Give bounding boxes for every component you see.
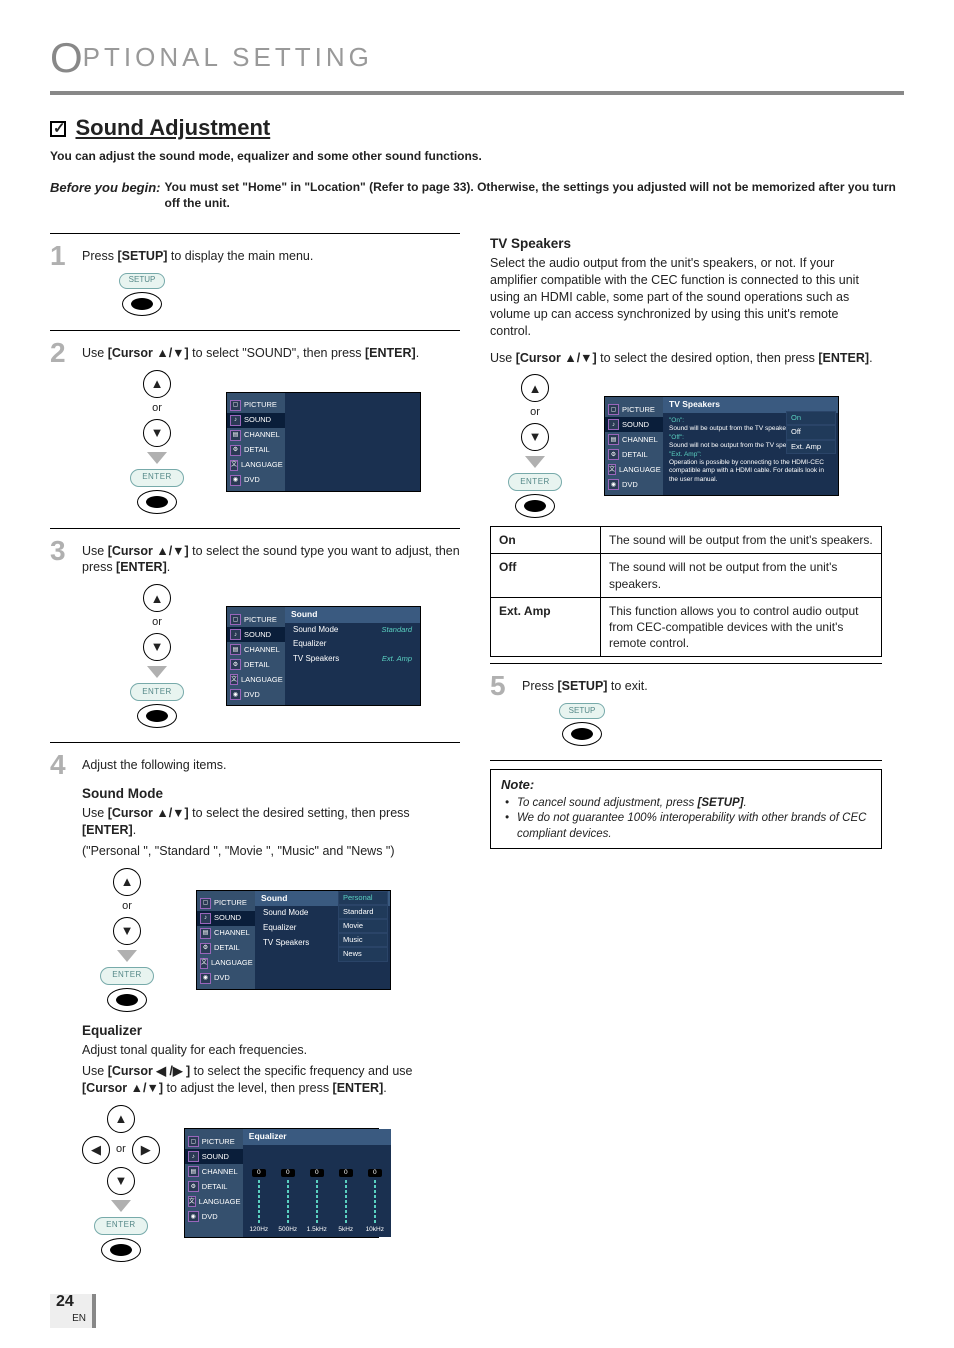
subhead-sound-mode: Sound Mode: [82, 785, 460, 803]
step-2: 2 Use [Cursor ▲/▼] to select "SOUND", th…: [50, 339, 460, 522]
chapter-title: OPTIONAL SETTING: [50, 42, 373, 72]
setup-pill: SETUP: [119, 273, 165, 289]
enter-label: ENTER: [130, 683, 184, 701]
para-tv-speakers-instr: Use [Cursor ▲/▼] to select the desired o…: [490, 350, 882, 367]
remote-cursor-group: ▲ or ▼ ENTER: [112, 370, 202, 514]
cursor-right-icon: ▶: [132, 1136, 160, 1164]
remote-cursor-group: ▲ or ▼ ENTER: [112, 584, 202, 728]
note-box: Note: To cancel sound adjustment, press …: [490, 769, 882, 849]
key-setup: [SETUP]: [117, 249, 167, 263]
cursor-down-icon: ▼: [143, 419, 171, 447]
step-text: Adjust the following items.: [82, 758, 227, 772]
step-1: 1 Press [SETUP] to display the main menu…: [50, 242, 460, 324]
remote-setup-button: SETUP: [552, 703, 612, 746]
enter-button-icon: [101, 1238, 141, 1262]
before-label: Before you begin:: [50, 179, 161, 211]
cursor-down-icon: ▼: [143, 633, 171, 661]
step-4: 4 Adjust the following items.: [50, 751, 460, 779]
note-item: To cancel sound adjustment, press [SETUP…: [505, 796, 871, 812]
opt-extamp-label: Ext. Amp: [491, 597, 601, 657]
enter-button-icon: [137, 490, 177, 514]
key-enter: [ENTER]: [365, 346, 416, 360]
oval-button-icon: [122, 292, 162, 316]
opt-on-label: On: [491, 527, 601, 554]
setup-pill: SETUP: [559, 703, 605, 719]
remote-setup-button: SETUP: [112, 273, 172, 316]
or-label: or: [152, 615, 162, 630]
remote-cursor-group: ▲ or ▼ ENTER: [490, 374, 580, 518]
section-title-row: Sound Adjustment: [50, 113, 904, 143]
or-label: or: [122, 899, 132, 914]
para-sound-mode: Use [Cursor ▲/▼] to select the desired s…: [82, 805, 460, 839]
remote-cursor-group: ▲ or ▼ ENTER: [82, 868, 172, 1012]
cursor-down-icon: ▼: [521, 423, 549, 451]
step-number: 1: [50, 242, 72, 324]
before-body: You must set "Home" in "Location" (Refer…: [165, 179, 904, 211]
subhead-tv-speakers: TV Speakers: [490, 235, 882, 253]
tv-speakers-options-table: OnThe sound will be output from the unit…: [490, 526, 882, 657]
chapter-header: OPTIONAL SETTING: [50, 30, 904, 95]
para-tv-speakers: Select the audio output from the unit's …: [490, 255, 882, 339]
key-cursor: [Cursor ▲/▼]: [108, 346, 189, 360]
key-enter: [ENTER]: [116, 560, 167, 574]
enter-label: ENTER: [94, 1217, 148, 1235]
page-number-box: 24 EN: [50, 1294, 96, 1328]
subhead-equalizer: Equalizer: [82, 1022, 460, 1040]
step-text: Press: [82, 249, 117, 263]
cursor-up-icon: ▲: [107, 1105, 135, 1133]
cursor-down-icon: ▼: [113, 917, 141, 945]
enter-button-icon: [137, 704, 177, 728]
osd-tv-speakers: ▢PICTURE ♪SOUND ▤CHANNEL ⚙DETAIL 文LANGUA…: [604, 396, 839, 496]
chevron-down-icon: [525, 456, 545, 468]
para-equalizer-1: Adjust tonal quality for each frequencie…: [82, 1042, 460, 1059]
opt-extamp-desc: This function allows you to control audi…: [601, 597, 882, 657]
para-sound-mode-options: ("Personal ", "Standard ", "Movie ", "Mu…: [82, 843, 460, 860]
enter-button-icon: [107, 988, 147, 1012]
enter-label: ENTER: [100, 967, 154, 985]
cursor-left-icon: ◀: [82, 1136, 110, 1164]
osd-sound-list: ▢PICTURE ♪SOUND ▤CHANNEL ⚙DETAIL 文LANGUA…: [226, 606, 421, 706]
chevron-down-icon: [117, 950, 137, 962]
chevron-down-icon: [147, 666, 167, 678]
or-label: or: [152, 401, 162, 416]
opt-off-label: Off: [491, 554, 601, 597]
note-title: Note:: [501, 776, 871, 794]
step-number: 2: [50, 339, 72, 522]
page-number: 24: [56, 1291, 74, 1313]
cursor-up-icon: ▲: [113, 868, 141, 896]
or-label: or: [116, 1142, 126, 1157]
step-number: 5: [490, 672, 512, 754]
opt-on-desc: The sound will be output from the unit's…: [601, 527, 882, 554]
enter-label: ENTER: [508, 473, 562, 491]
cursor-down-icon: ▼: [107, 1167, 135, 1195]
para-equalizer-2: Use [Cursor ◀ /▶ ] to select the specifi…: [82, 1063, 460, 1097]
step-number: 4: [50, 751, 72, 779]
note-item: We do not guarantee 100% interoperabilit…: [505, 811, 871, 842]
or-label: or: [530, 405, 540, 420]
step-3: 3 Use [Cursor ▲/▼] to select the sound t…: [50, 537, 460, 737]
osd-sound-mode-options: ▢PICTURE ♪SOUND ▤CHANNEL ⚙DETAIL 文LANGUA…: [196, 890, 391, 990]
cursor-up-icon: ▲: [143, 370, 171, 398]
opt-off-desc: The sound will not be output from the un…: [601, 554, 882, 597]
osd-equalizer: ▢PICTURE ♪SOUND ▤CHANNEL ⚙DETAIL 文LANGUA…: [184, 1128, 379, 1238]
section-title: Sound Adjustment: [75, 115, 270, 140]
step-5: 5 Press [SETUP] to exit. SETUP: [490, 672, 882, 754]
enter-label: ENTER: [130, 469, 184, 487]
enter-button-icon: [515, 494, 555, 518]
cursor-up-icon: ▲: [143, 584, 171, 612]
cursor-up-icon: ▲: [521, 374, 549, 402]
before-you-begin: Before you begin: You must set "Home" in…: [50, 179, 904, 211]
osd-menu-sound-selected: ▢PICTURE ♪SOUND ▤CHANNEL ⚙DETAIL 文LANGUA…: [226, 392, 421, 492]
oval-button-icon: [562, 722, 602, 746]
section-intro: You can adjust the sound mode, equalizer…: [50, 148, 904, 164]
checkbox-icon: [50, 121, 66, 137]
key-cursor: [Cursor ▲/▼]: [108, 544, 189, 558]
key-setup: [SETUP]: [557, 679, 607, 693]
chevron-down-icon: [147, 452, 167, 464]
chevron-down-icon: [111, 1200, 131, 1212]
step-number: 3: [50, 537, 72, 737]
page-lang: EN: [72, 1312, 86, 1326]
